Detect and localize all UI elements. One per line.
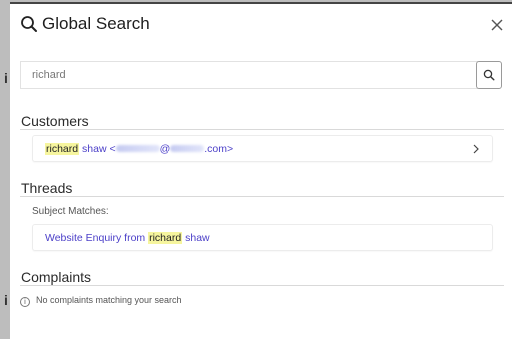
thread-result[interactable]: Website Enquiry from richard shaw bbox=[32, 224, 493, 251]
modal-title: Global Search bbox=[42, 14, 150, 33]
empty-text: No complaints matching your search bbox=[36, 295, 182, 305]
match-highlight: richard bbox=[45, 143, 80, 155]
customer-result[interactable]: richard shaw < @ .com> bbox=[32, 135, 493, 162]
chevron-right-icon bbox=[473, 144, 479, 154]
search-button[interactable] bbox=[476, 61, 502, 89]
thread-prefix: Website Enquiry from bbox=[45, 232, 149, 244]
thread-suffix: shaw bbox=[182, 232, 210, 244]
email-at: @ bbox=[159, 143, 171, 155]
match-highlight: richard bbox=[148, 232, 183, 244]
email-end: .com> bbox=[204, 143, 234, 155]
divider bbox=[20, 196, 504, 197]
customer-name-rest: shaw < bbox=[79, 143, 116, 155]
section-title-customers: Customers bbox=[21, 113, 89, 129]
close-icon[interactable] bbox=[490, 18, 504, 32]
background-peek-text: i bbox=[4, 70, 8, 86]
redacted-email-user bbox=[115, 145, 160, 152]
complaints-empty-state: i No complaints matching your search bbox=[20, 295, 182, 307]
section-title-threads: Threads bbox=[21, 180, 73, 196]
divider bbox=[20, 285, 504, 286]
search-input[interactable] bbox=[20, 61, 478, 89]
divider bbox=[20, 129, 504, 130]
global-search-modal: Global Search Customers richard shaw < @.… bbox=[10, 2, 512, 339]
thread-result-text: Website Enquiry from richard shaw bbox=[45, 232, 210, 244]
section-title-complaints: Complaints bbox=[21, 269, 92, 285]
search-button-icon bbox=[483, 69, 495, 81]
search-bar bbox=[20, 61, 502, 89]
redacted-email-domain bbox=[170, 145, 205, 152]
background-peek-text-2: i bbox=[4, 292, 8, 308]
subject-matches-label: Subject Matches: bbox=[32, 206, 109, 217]
customer-result-text: richard shaw < @ .com> bbox=[45, 143, 233, 155]
search-icon bbox=[21, 16, 37, 32]
modal-header: Global Search bbox=[10, 4, 512, 44]
info-icon: i bbox=[20, 297, 30, 307]
